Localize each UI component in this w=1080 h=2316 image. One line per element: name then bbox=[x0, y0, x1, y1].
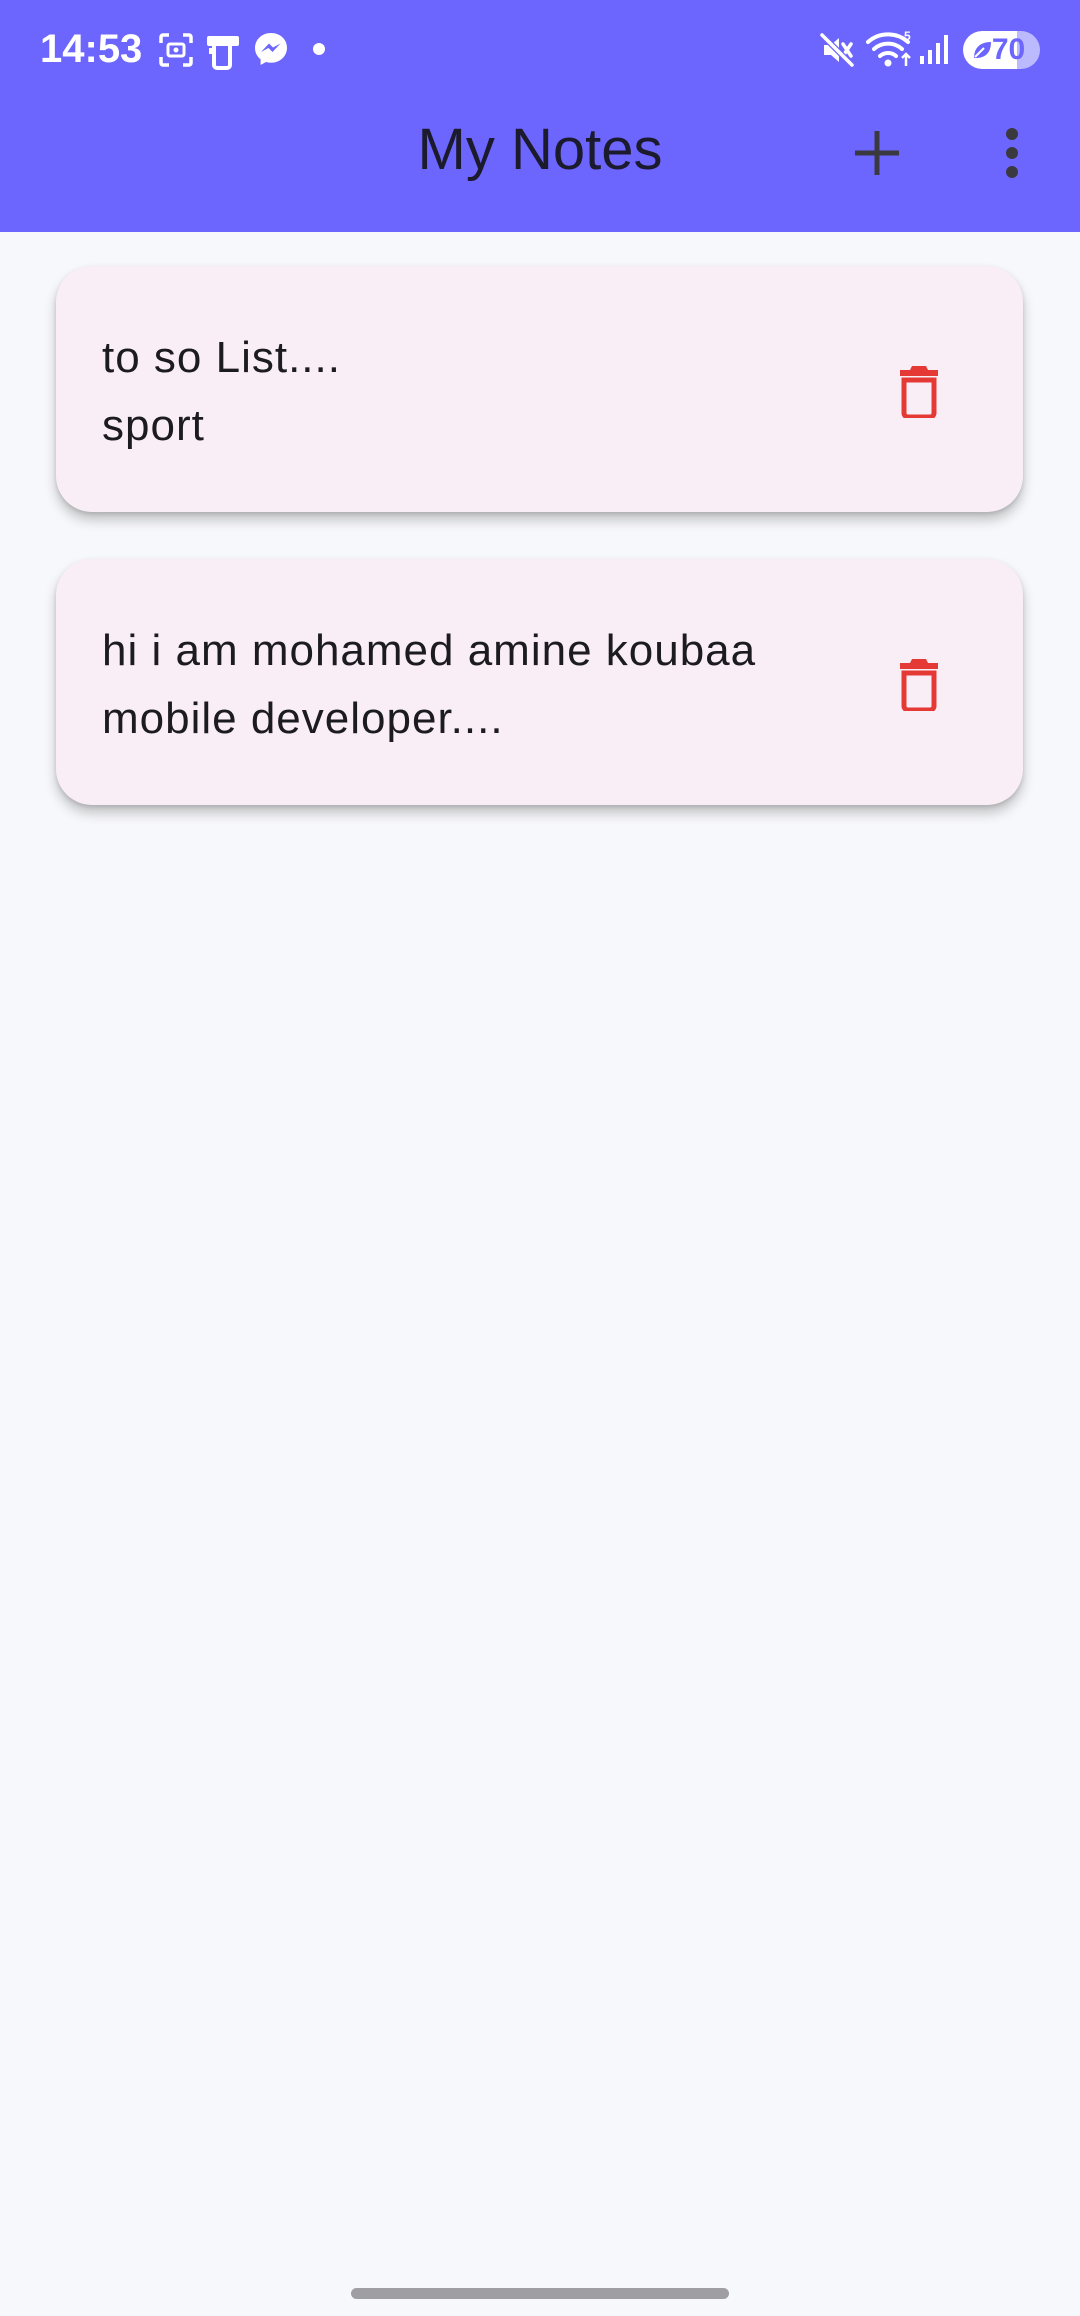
page-title: My Notes bbox=[417, 117, 663, 182]
more-options-button[interactable] bbox=[972, 113, 1052, 193]
trash-icon bbox=[900, 659, 938, 711]
messenger-icon bbox=[255, 33, 287, 65]
top-app-bar-background: 14:53 5 70 My Notes bbox=[0, 0, 1080, 232]
wifi-icon: 5 bbox=[866, 29, 911, 67]
dot-icon bbox=[313, 43, 325, 55]
signal-icon bbox=[920, 35, 948, 64]
status-time: 14:53 bbox=[40, 27, 143, 71]
status-bar: 14:53 5 70 bbox=[0, 0, 1080, 100]
trash-icon bbox=[900, 366, 938, 418]
note-text: to so List.... sport bbox=[102, 333, 341, 450]
battery-level: 70 bbox=[991, 33, 1026, 66]
plus-icon bbox=[855, 131, 899, 175]
add-note-button[interactable] bbox=[837, 113, 917, 193]
delete-note-button[interactable] bbox=[879, 644, 959, 724]
device-icon bbox=[207, 36, 239, 70]
svg-text:5: 5 bbox=[904, 29, 911, 43]
more-vert-icon bbox=[1006, 128, 1018, 178]
screenshot-icon bbox=[159, 33, 193, 67]
note-card[interactable]: to so List.... sport bbox=[56, 266, 1023, 512]
note-card[interactable]: hi i am mohamed amine koubaa mobile deve… bbox=[56, 559, 1023, 805]
delete-note-button[interactable] bbox=[879, 351, 959, 431]
mute-icon bbox=[819, 32, 855, 68]
note-text: hi i am mohamed amine koubaa mobile deve… bbox=[102, 626, 757, 743]
home-indicator[interactable] bbox=[351, 2288, 729, 2299]
battery-icon: 70 bbox=[963, 31, 1040, 69]
